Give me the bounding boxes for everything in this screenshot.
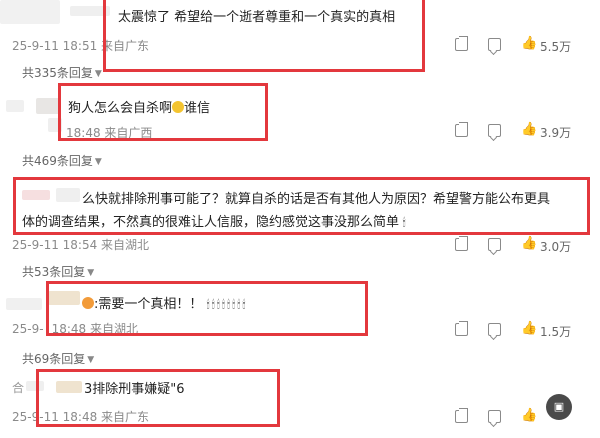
like-icon[interactable]: 👍 xyxy=(521,409,537,423)
replies-link[interactable]: 共69条回复 ▼ xyxy=(22,350,94,367)
like-icon[interactable]: 👍 xyxy=(521,123,537,137)
chevron-down-icon: ▼ xyxy=(94,157,102,167)
share-icon[interactable] xyxy=(455,124,468,137)
highlight-box xyxy=(103,0,425,72)
share-icon[interactable] xyxy=(455,410,468,423)
username-blur xyxy=(36,98,60,114)
image-icon: ▣ xyxy=(553,400,565,413)
replies-label: 共53条回复 xyxy=(22,265,86,279)
highlight-box xyxy=(13,177,590,235)
author-prefix: 合 xyxy=(12,381,25,395)
replies-label: 共469条回复 xyxy=(22,154,93,168)
comment-icon[interactable] xyxy=(488,410,501,423)
comment-icon[interactable] xyxy=(488,38,501,51)
replies-link[interactable]: 共335条回复 ▼ xyxy=(22,64,102,81)
like-icon[interactable]: 👍 xyxy=(521,37,537,51)
comment-meta: 25-9-11 18:54 来自湖北 xyxy=(12,238,150,252)
like-icon[interactable]: 👍 xyxy=(521,237,537,251)
highlight-box xyxy=(36,369,280,427)
chevron-down-icon: ▼ xyxy=(87,268,95,278)
comment-icon[interactable] xyxy=(488,238,501,251)
share-icon[interactable] xyxy=(455,238,468,251)
chevron-down-icon: ▼ xyxy=(87,355,95,365)
highlight-box xyxy=(46,281,368,336)
like-count: 1.5万 xyxy=(540,325,572,339)
replies-label: 共335条回复 xyxy=(22,66,93,80)
replies-link[interactable]: 共53条回复 ▼ xyxy=(22,263,94,280)
like-count: 3.9万 xyxy=(540,126,572,140)
like-count: 5.5万 xyxy=(540,40,572,54)
avatar-blur xyxy=(6,298,42,310)
replies-link[interactable]: 共469条回复 ▼ xyxy=(22,152,102,169)
avatar-blur xyxy=(0,0,60,24)
replies-label: 共69条回复 xyxy=(22,352,86,366)
chevron-down-icon: ▼ xyxy=(94,69,102,79)
like-count: 3.0万 xyxy=(540,240,572,254)
share-icon[interactable] xyxy=(455,38,468,51)
share-icon[interactable] xyxy=(455,323,468,336)
highlight-box xyxy=(58,83,268,141)
floating-action-button[interactable]: ▣ xyxy=(546,394,572,420)
like-icon[interactable]: 👍 xyxy=(521,322,537,336)
comment-icon[interactable] xyxy=(488,323,501,336)
avatar-blur xyxy=(6,100,24,112)
comment-icon[interactable] xyxy=(488,124,501,137)
